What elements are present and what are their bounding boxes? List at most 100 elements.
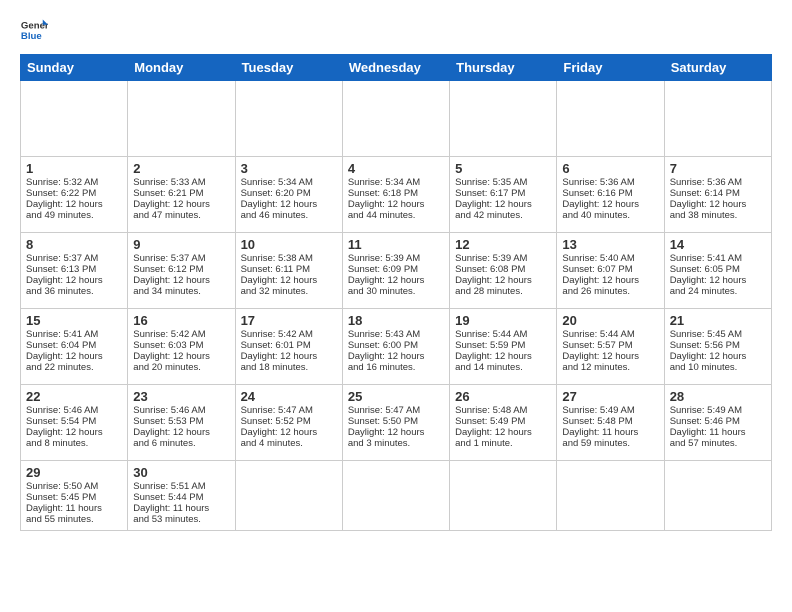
calendar-cell: 26Sunrise: 5:48 AMSunset: 5:49 PMDayligh… <box>450 385 557 461</box>
calendar-cell: 13Sunrise: 5:40 AMSunset: 6:07 PMDayligh… <box>557 233 664 309</box>
calendar-cell <box>235 461 342 531</box>
calendar-cell: 12Sunrise: 5:39 AMSunset: 6:08 PMDayligh… <box>450 233 557 309</box>
calendar-cell: 29Sunrise: 5:50 AMSunset: 5:45 PMDayligh… <box>21 461 128 531</box>
cell-data: Daylight: 12 hours <box>348 351 444 362</box>
cell-data: Sunrise: 5:42 AM <box>133 329 229 340</box>
cell-data: and 12 minutes. <box>562 362 658 373</box>
calendar-cell: 10Sunrise: 5:38 AMSunset: 6:11 PMDayligh… <box>235 233 342 309</box>
cell-data: and 36 minutes. <box>26 286 122 297</box>
cell-data: Sunrise: 5:50 AM <box>26 481 122 492</box>
cell-data: Sunset: 6:17 PM <box>455 188 551 199</box>
cell-data: Sunset: 6:18 PM <box>348 188 444 199</box>
calendar-cell: 1Sunrise: 5:32 AMSunset: 6:22 PMDaylight… <box>21 157 128 233</box>
cell-data: Daylight: 12 hours <box>26 427 122 438</box>
cell-data: Sunset: 6:05 PM <box>670 264 766 275</box>
cell-data: Daylight: 12 hours <box>455 275 551 286</box>
day-number: 6 <box>562 161 658 176</box>
cell-data: Sunrise: 5:47 AM <box>241 405 337 416</box>
cell-data: Daylight: 12 hours <box>562 351 658 362</box>
cell-data: and 14 minutes. <box>455 362 551 373</box>
cell-data: Sunset: 5:52 PM <box>241 416 337 427</box>
cell-data: and 55 minutes. <box>26 514 122 525</box>
calendar-cell: 2Sunrise: 5:33 AMSunset: 6:21 PMDaylight… <box>128 157 235 233</box>
day-number: 12 <box>455 237 551 252</box>
cell-data: Sunrise: 5:33 AM <box>133 177 229 188</box>
cell-data: Daylight: 11 hours <box>133 503 229 514</box>
cell-data: Daylight: 12 hours <box>241 427 337 438</box>
cell-data: Sunset: 5:49 PM <box>455 416 551 427</box>
calendar-cell: 20Sunrise: 5:44 AMSunset: 5:57 PMDayligh… <box>557 309 664 385</box>
weekday-header: Saturday <box>664 55 771 81</box>
day-number: 21 <box>670 313 766 328</box>
weekday-header: Wednesday <box>342 55 449 81</box>
cell-data: Sunset: 6:22 PM <box>26 188 122 199</box>
cell-data: Sunset: 5:48 PM <box>562 416 658 427</box>
calendar-cell: 8Sunrise: 5:37 AMSunset: 6:13 PMDaylight… <box>21 233 128 309</box>
cell-data: Daylight: 12 hours <box>133 427 229 438</box>
cell-data: and 18 minutes. <box>241 362 337 373</box>
cell-data: and 38 minutes. <box>670 210 766 221</box>
cell-data: Sunrise: 5:45 AM <box>670 329 766 340</box>
cell-data: Sunrise: 5:41 AM <box>670 253 766 264</box>
cell-data: and 32 minutes. <box>241 286 337 297</box>
calendar-cell: 22Sunrise: 5:46 AMSunset: 5:54 PMDayligh… <box>21 385 128 461</box>
cell-data: Sunset: 6:01 PM <box>241 340 337 351</box>
cell-data: and 3 minutes. <box>348 438 444 449</box>
cell-data: Sunrise: 5:39 AM <box>455 253 551 264</box>
day-number: 22 <box>26 389 122 404</box>
day-number: 8 <box>26 237 122 252</box>
cell-data: and 47 minutes. <box>133 210 229 221</box>
day-number: 7 <box>670 161 766 176</box>
calendar-cell: 28Sunrise: 5:49 AMSunset: 5:46 PMDayligh… <box>664 385 771 461</box>
calendar-cell: 18Sunrise: 5:43 AMSunset: 6:00 PMDayligh… <box>342 309 449 385</box>
weekday-header: Thursday <box>450 55 557 81</box>
cell-data: Sunset: 6:04 PM <box>26 340 122 351</box>
cell-data: and 24 minutes. <box>670 286 766 297</box>
day-number: 29 <box>26 465 122 480</box>
calendar-cell: 23Sunrise: 5:46 AMSunset: 5:53 PMDayligh… <box>128 385 235 461</box>
cell-data: Sunrise: 5:43 AM <box>348 329 444 340</box>
cell-data: Daylight: 11 hours <box>670 427 766 438</box>
cell-data: Sunset: 5:46 PM <box>670 416 766 427</box>
cell-data: Sunrise: 5:41 AM <box>26 329 122 340</box>
weekday-header: Tuesday <box>235 55 342 81</box>
cell-data: and 40 minutes. <box>562 210 658 221</box>
cell-data: Daylight: 12 hours <box>26 351 122 362</box>
cell-data: Sunset: 6:03 PM <box>133 340 229 351</box>
cell-data: Sunrise: 5:36 AM <box>562 177 658 188</box>
calendar-cell: 27Sunrise: 5:49 AMSunset: 5:48 PMDayligh… <box>557 385 664 461</box>
cell-data: Sunset: 6:12 PM <box>133 264 229 275</box>
cell-data: Sunrise: 5:32 AM <box>26 177 122 188</box>
cell-data: Sunrise: 5:34 AM <box>348 177 444 188</box>
cell-data: and 42 minutes. <box>455 210 551 221</box>
svg-text:Blue: Blue <box>21 31 42 42</box>
calendar-cell <box>557 81 664 157</box>
cell-data: Daylight: 12 hours <box>241 199 337 210</box>
cell-data: and 16 minutes. <box>348 362 444 373</box>
calendar-cell: 6Sunrise: 5:36 AMSunset: 6:16 PMDaylight… <box>557 157 664 233</box>
cell-data: Daylight: 12 hours <box>133 351 229 362</box>
cell-data: Sunset: 5:54 PM <box>26 416 122 427</box>
day-number: 2 <box>133 161 229 176</box>
day-number: 25 <box>348 389 444 404</box>
calendar-cell <box>557 461 664 531</box>
calendar-cell <box>450 81 557 157</box>
cell-data: Sunset: 5:59 PM <box>455 340 551 351</box>
day-number: 17 <box>241 313 337 328</box>
cell-data: and 6 minutes. <box>133 438 229 449</box>
calendar-cell: 7Sunrise: 5:36 AMSunset: 6:14 PMDaylight… <box>664 157 771 233</box>
day-number: 20 <box>562 313 658 328</box>
cell-data: Daylight: 12 hours <box>133 199 229 210</box>
cell-data: and 1 minute. <box>455 438 551 449</box>
day-number: 19 <box>455 313 551 328</box>
cell-data: and 20 minutes. <box>133 362 229 373</box>
cell-data: Sunset: 5:45 PM <box>26 492 122 503</box>
cell-data: and 10 minutes. <box>670 362 766 373</box>
cell-data: Daylight: 12 hours <box>348 275 444 286</box>
calendar-cell: 16Sunrise: 5:42 AMSunset: 6:03 PMDayligh… <box>128 309 235 385</box>
calendar-cell: 24Sunrise: 5:47 AMSunset: 5:52 PMDayligh… <box>235 385 342 461</box>
cell-data: Sunrise: 5:44 AM <box>562 329 658 340</box>
cell-data: and 44 minutes. <box>348 210 444 221</box>
calendar-cell <box>342 81 449 157</box>
cell-data: Daylight: 12 hours <box>455 351 551 362</box>
